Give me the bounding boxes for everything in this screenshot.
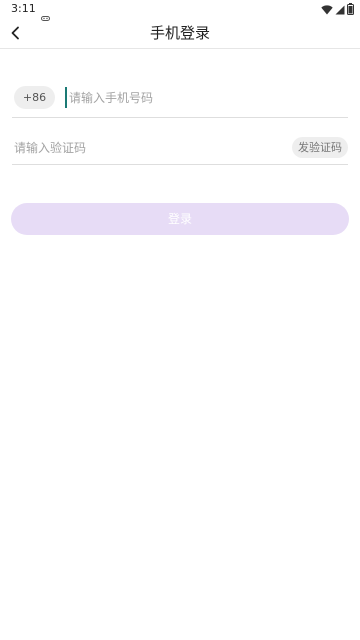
login-button[interactable]: 登录 (11, 203, 349, 235)
verification-code-input[interactable] (14, 138, 264, 158)
wifi-icon (321, 0, 333, 19)
send-code-button[interactable]: 发验证码 (292, 137, 348, 158)
gamepad-icon (41, 6, 50, 21)
cellular-signal-icon (335, 0, 345, 19)
page-title: 手机登录 (149, 24, 210, 42)
login-screen: 3:11 手机登录 +86 请输入手机号码 请输入验证码 发验证码 登录 (0, 0, 360, 640)
country-code-chip[interactable]: +86 (14, 86, 55, 109)
verification-code-row: 发验证码 (12, 133, 348, 165)
status-bar: 3:11 (0, 0, 360, 21)
phone-input[interactable] (65, 87, 339, 108)
status-icons (321, 2, 354, 15)
title-bar: 手机登录 (0, 18, 360, 49)
battery-icon (347, 0, 354, 19)
phone-row: +86 (12, 80, 348, 118)
status-time: 3:11 (11, 2, 36, 15)
